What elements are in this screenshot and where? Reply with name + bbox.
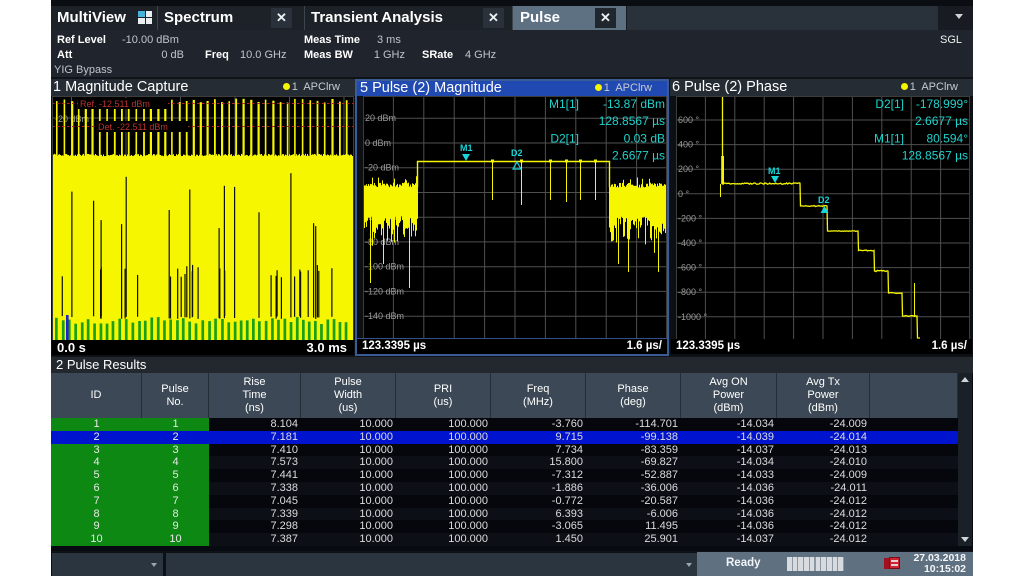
svg-text:-178.999°: -178.999°: [916, 97, 968, 111]
svg-text:-1000 °: -1000 °: [678, 312, 708, 322]
svg-text:0 dBm: 0 dBm: [365, 138, 391, 148]
svg-text:400 °: 400 °: [678, 140, 700, 150]
svg-text:200 °: 200 °: [678, 164, 700, 174]
svg-text:D2[1]: D2[1]: [875, 97, 904, 111]
svg-text:80.594°: 80.594°: [926, 132, 968, 146]
svg-text:128.8567 µs: 128.8567 µs: [599, 114, 665, 128]
svg-text:-200 °: -200 °: [678, 213, 703, 223]
svg-text:-600 °: -600 °: [678, 263, 703, 273]
svg-text:M1: M1: [768, 166, 781, 176]
svg-text:M1[1]: M1[1]: [549, 97, 579, 111]
svg-text:0.03 dB: 0.03 dB: [624, 132, 665, 146]
svg-text:Ref. -12.511 dBm: Ref. -12.511 dBm: [80, 99, 150, 109]
svg-text:600 °: 600 °: [678, 115, 700, 125]
svg-text:2.6677 µs: 2.6677 µs: [915, 114, 968, 128]
svg-text:D2[1]: D2[1]: [550, 132, 579, 146]
svg-text:-400 °: -400 °: [678, 238, 703, 248]
svg-text:-800 °: -800 °: [678, 287, 703, 297]
svg-text:128.8567 µs: 128.8567 µs: [902, 149, 968, 163]
svg-text:D2: D2: [818, 195, 830, 205]
svg-text:-20 dBm: -20 dBm: [365, 163, 399, 173]
svg-text:-13.87 dBm: -13.87 dBm: [603, 97, 665, 111]
svg-text:2.6677 µs: 2.6677 µs: [612, 149, 665, 163]
svg-text:-120 dBm: -120 dBm: [365, 286, 404, 296]
svg-text:M1[1]: M1[1]: [874, 132, 904, 146]
svg-text:M1: M1: [460, 143, 473, 153]
svg-text:20 dBm: 20 dBm: [365, 113, 396, 123]
svg-text:Det. -22.511 dBm: Det. -22.511 dBm: [98, 122, 168, 132]
svg-text:0 °: 0 °: [678, 189, 690, 199]
svg-text:-140 dBm: -140 dBm: [365, 311, 404, 321]
svg-text:D2: D2: [511, 148, 523, 158]
